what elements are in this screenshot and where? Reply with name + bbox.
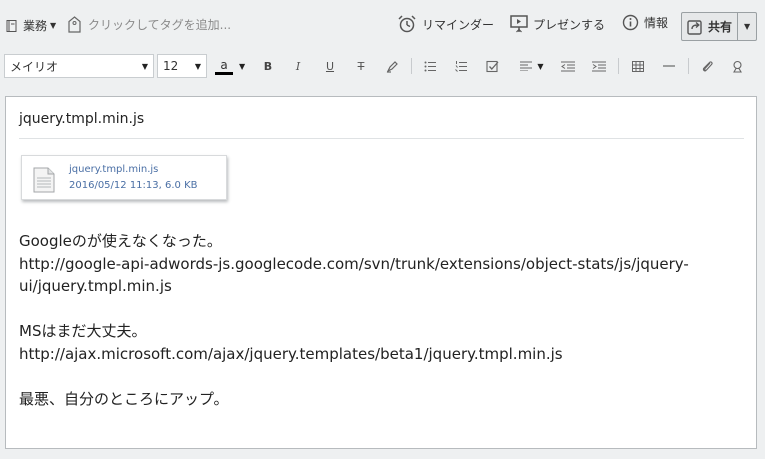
paperclip-icon [702, 61, 713, 72]
table-icon [632, 60, 644, 72]
outdent-button[interactable] [558, 56, 578, 76]
italic-button[interactable]: I [288, 56, 308, 76]
note-header-bar: 業務 ▼ リマインダー プレゼンする 情報 [0, 0, 765, 50]
alarm-clock-icon [398, 15, 416, 33]
alignment-button[interactable]: ▼ [515, 56, 549, 76]
reminder-button[interactable]: リマインダー [397, 14, 494, 34]
horizontal-rule-icon [663, 65, 675, 67]
strikethrough-icon: T [357, 59, 365, 73]
underline-button[interactable]: U [320, 56, 340, 76]
body-line: http://ajax.microsoft.com/ajax/jquery.te… [19, 344, 563, 363]
notebook-name: 業務 [23, 19, 48, 33]
presentation-icon [510, 15, 528, 33]
strikethrough-button[interactable]: T [351, 56, 371, 76]
attachment-meta: 2016/05/12 11:13, 6.0 KB [69, 180, 198, 191]
italic-icon: I [295, 59, 301, 73]
body-line: Googleのが使えなくなった。 [19, 232, 222, 250]
info-button[interactable]: 情報 [622, 14, 668, 31]
indent-button[interactable] [589, 56, 609, 76]
attach-file-button[interactable] [697, 56, 717, 76]
notebook-selector[interactable]: 業務 ▼ [6, 17, 56, 34]
file-icon [33, 167, 55, 193]
body-line: MSはまだ大丈夫。 [19, 322, 147, 341]
underline-icon: U [325, 59, 335, 73]
chevron-down-icon: ▼ [194, 61, 201, 71]
text-color-icon: a [215, 58, 233, 75]
chevron-down-icon: ▼ [50, 21, 57, 30]
info-icon [622, 14, 639, 31]
toolbar-divider [688, 58, 689, 74]
checkbox-button[interactable] [482, 56, 502, 76]
file-attachment[interactable]: jquery.tmpl.min.js 2016/05/12 11:13, 6.0… [21, 155, 227, 200]
info-label: 情報 [644, 16, 669, 30]
body-line: http://google-api-adwords-js.googlecode.… [19, 254, 689, 273]
chevron-down-icon: ▼ [239, 61, 246, 71]
body-line: 最悪、自分のところにアップ。 [19, 390, 229, 409]
horizontal-rule-button[interactable] [659, 56, 679, 76]
note-body[interactable]: Googleのが使えなくなった。 http://google-api-adwor… [19, 230, 749, 411]
chevron-down-icon: ▼ [141, 61, 148, 71]
highlighter-button[interactable] [382, 56, 402, 76]
notebook-icon [6, 19, 17, 32]
insert-table-button[interactable] [628, 56, 648, 76]
reminder-label: リマインダー [422, 17, 495, 32]
share-label: 共有 [708, 20, 733, 34]
checkbox-icon [485, 60, 498, 72]
font-family-value: メイリオ [10, 59, 59, 74]
tag-input[interactable] [88, 14, 288, 36]
tag-icon [68, 16, 81, 33]
annotate-icon [732, 60, 742, 73]
present-label: プレゼンする [533, 17, 606, 32]
bulleted-list-icon [424, 61, 436, 71]
numbered-list-icon [454, 60, 467, 72]
chevron-down-icon: ▼ [537, 61, 544, 71]
chevron-down-icon: ▼ [744, 22, 751, 31]
font-size-select[interactable]: 12 ▼ [157, 54, 207, 78]
annotate-button[interactable] [727, 56, 747, 76]
toolbar-divider [618, 58, 619, 74]
bold-button[interactable]: B [258, 56, 278, 76]
present-button[interactable]: プレゼンする [510, 14, 605, 34]
highlighter-icon [386, 60, 398, 73]
align-left-icon [520, 61, 533, 71]
outdent-icon [561, 61, 575, 71]
bulleted-list-button[interactable] [420, 56, 440, 76]
share-button[interactable]: 共有 ▼ [681, 12, 757, 41]
share-icon [687, 19, 702, 35]
note-title[interactable]: jquery.tmpl.min.js [19, 111, 744, 139]
bold-icon: B [263, 59, 273, 73]
share-main[interactable]: 共有 [682, 13, 737, 40]
numbered-list-button[interactable] [451, 56, 471, 76]
font-family-select[interactable]: メイリオ ▼ [4, 54, 154, 78]
note-editor[interactable]: jquery.tmpl.min.js jquery.tmpl.min.js 20… [5, 96, 757, 449]
toolbar-divider [411, 58, 412, 74]
font-size-value: 12 [163, 59, 179, 73]
text-color-button[interactable]: a ▼ [215, 55, 250, 77]
body-line: ui/jquery.tmpl.min.js [19, 277, 172, 296]
attachment-filename: jquery.tmpl.min.js [69, 164, 159, 175]
share-dropdown-button[interactable]: ▼ [737, 13, 756, 40]
formatting-toolbar: メイリオ ▼ 12 ▼ a ▼ B I U T ▼ [0, 52, 765, 80]
indent-icon [592, 61, 606, 71]
